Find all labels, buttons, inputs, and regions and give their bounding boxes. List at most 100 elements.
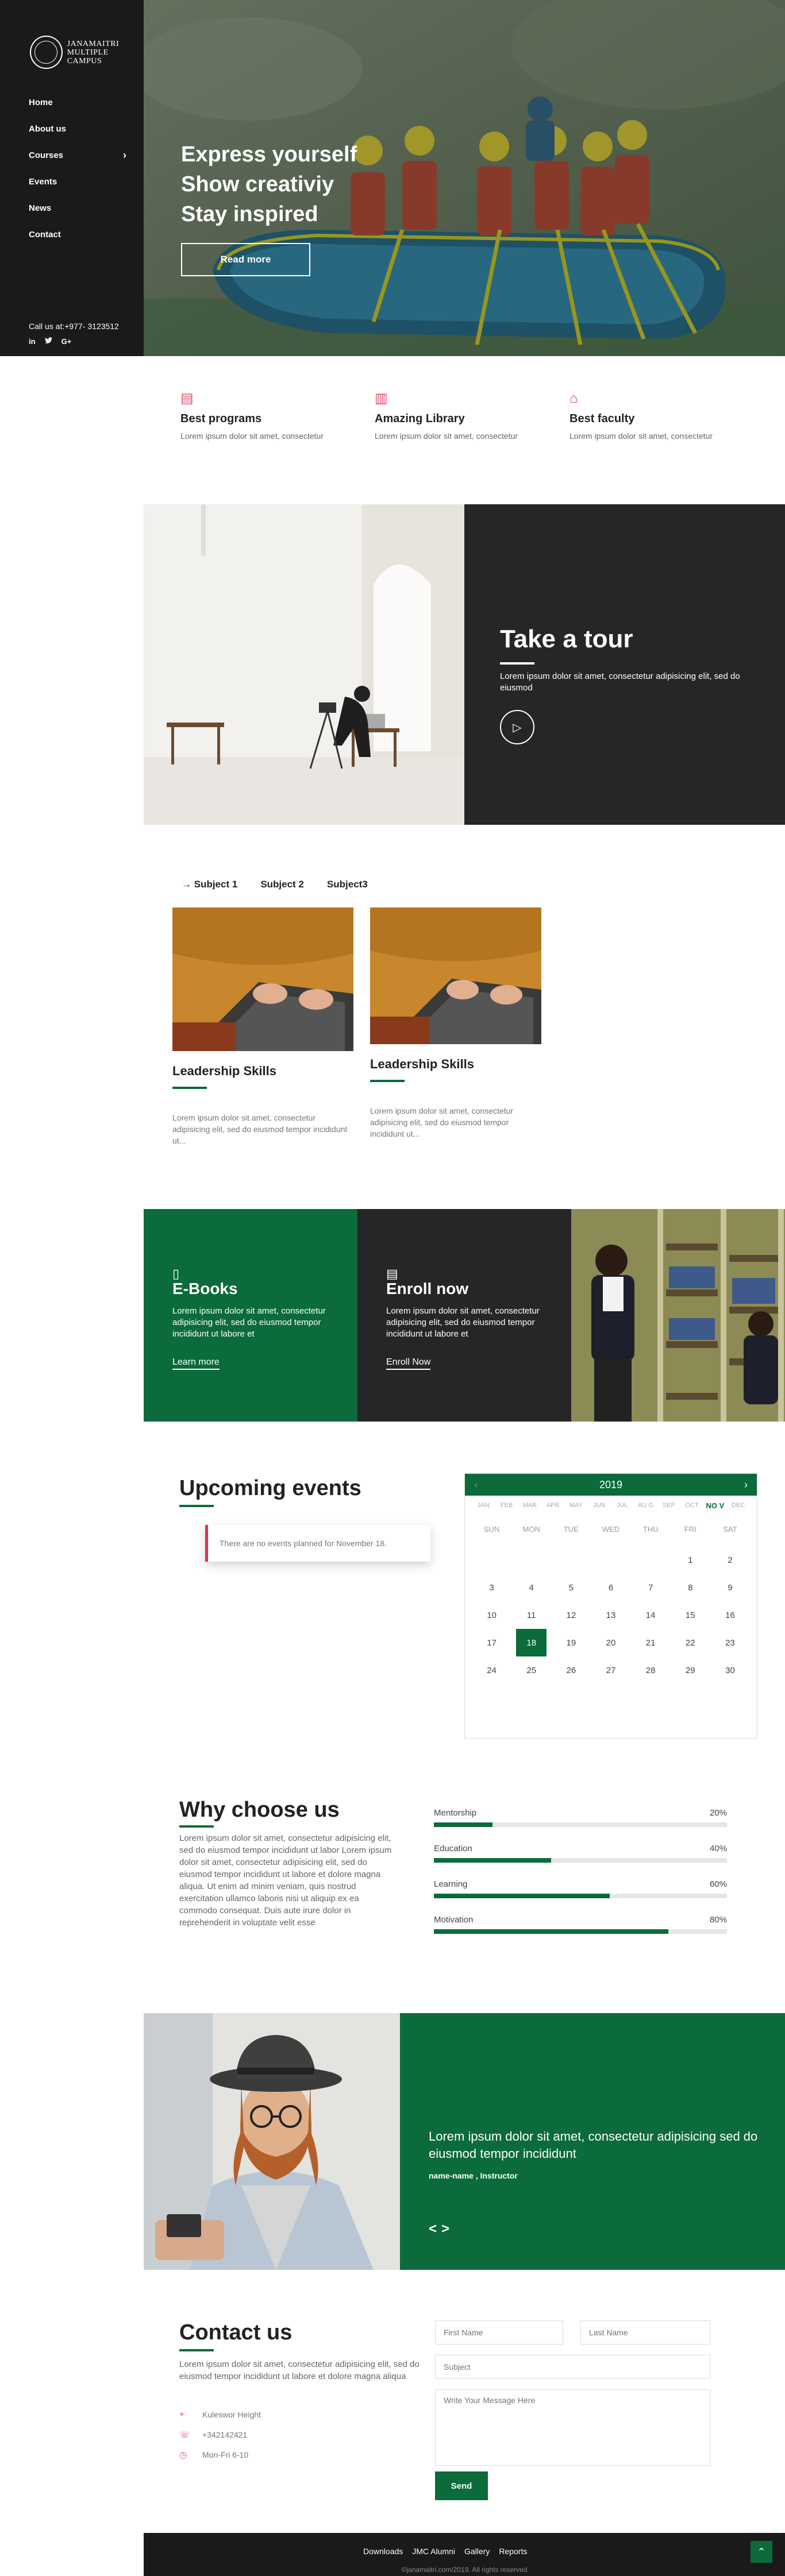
twitter-icon[interactable]: [44, 337, 52, 346]
tab-subject-3[interactable]: Subject3: [327, 879, 368, 890]
library-students-photo: [571, 1209, 785, 1422]
skill-name: Mentorship: [434, 1808, 477, 1818]
calendar-date[interactable]: 9: [710, 1574, 750, 1601]
calendar-month[interactable]: JUL: [611, 1501, 634, 1510]
back-to-top-icon[interactable]: ⌃: [751, 2541, 772, 2563]
calendar-next-icon[interactable]: ›: [744, 1479, 748, 1491]
calendar-date[interactable]: 6: [591, 1574, 630, 1601]
calendar-month[interactable]: OCT: [680, 1501, 703, 1510]
nav-item-news[interactable]: News: [29, 195, 126, 221]
calendar-date[interactable]: 10: [472, 1601, 511, 1629]
calendar-month[interactable]: MAY: [564, 1501, 587, 1510]
calendar-dates: 1 2 3 4 5 6 7 8 9 10 11 12 13 14 15 16 17 18 19 20 21 22 23 24 2…: [465, 1534, 757, 1684]
calendar-date[interactable]: 25: [511, 1656, 551, 1684]
subject-field[interactable]: [435, 2355, 710, 2379]
footer-link-downloads[interactable]: Downloads: [363, 2547, 403, 2556]
calendar-date[interactable]: 24: [472, 1656, 511, 1684]
calendar-date[interactable]: 12: [551, 1601, 591, 1629]
contact-phone: ☏ +342142421: [179, 2430, 248, 2440]
calendar-weekday: WED: [602, 1525, 620, 1534]
calendar-date[interactable]: 11: [511, 1601, 551, 1629]
calendar-month[interactable]: JAN: [472, 1501, 495, 1510]
google-plus-icon[interactable]: G+: [61, 337, 72, 346]
card-title: Leadership Skills: [172, 1064, 276, 1078]
calendar-date[interactable]: 30: [710, 1656, 750, 1684]
calendar-blank: [631, 1546, 671, 1574]
calendar-month[interactable]: SEP: [657, 1501, 680, 1510]
calendar-date[interactable]: 1: [671, 1546, 710, 1574]
tab-subject-2[interactable]: Subject 2: [260, 879, 304, 890]
calendar-month[interactable]: DEC: [727, 1501, 750, 1510]
chevron-right-icon[interactable]: >: [441, 2221, 454, 2237]
last-name-field[interactable]: [580, 2320, 710, 2345]
logo-line1: JANAMAITRI: [67, 39, 120, 48]
calendar-date[interactable]: 4: [511, 1574, 551, 1601]
calendar-date[interactable]: 23: [710, 1629, 750, 1656]
enroll-now-link[interactable]: Enroll Now: [386, 1357, 431, 1370]
calendar-date[interactable]: 29: [671, 1656, 710, 1684]
calendar-date[interactable]: 17: [472, 1629, 511, 1656]
testimonial-panel: Lorem ipsum dolor sit amet, consectetur …: [400, 2013, 785, 2270]
testimonial-author: name-name , Instructor: [429, 2171, 518, 2180]
subject-card[interactable]: Leadership Skills Lorem ipsum dolor sit …: [370, 907, 541, 1140]
calendar-month[interactable]: AU G: [634, 1501, 657, 1510]
footer-link-alumni[interactable]: JMC Alumni: [412, 2547, 455, 2556]
skill-row: Mentorship 20%: [434, 1808, 727, 1844]
calendar-month[interactable]: NO V: [703, 1501, 726, 1510]
calendar-date[interactable]: 26: [551, 1656, 591, 1684]
play-icon[interactable]: ▷: [500, 710, 534, 744]
calendar-date[interactable]: 2: [710, 1546, 750, 1574]
calendar-date[interactable]: 13: [591, 1601, 630, 1629]
footer-links: Downloads JMC Alumni Gallery Reports: [363, 2547, 527, 2556]
nav-item-courses[interactable]: Courses ›: [29, 142, 126, 168]
calendar-date[interactable]: 18: [516, 1629, 547, 1656]
calendar-date[interactable]: 16: [710, 1601, 750, 1629]
read-more-button[interactable]: Read more: [181, 243, 310, 276]
calendar-date[interactable]: 7: [631, 1574, 671, 1601]
tour-text: Lorem ipsum dolor sit amet, consectetur …: [500, 671, 740, 693]
calendar-date[interactable]: 14: [631, 1601, 671, 1629]
ebooks-tile: ▯ E-Books Lorem ipsum dolor sit amet, co…: [144, 1209, 357, 1422]
skill-row: Education 40%: [434, 1844, 727, 1879]
send-button[interactable]: Send: [435, 2471, 488, 2500]
calendar-prev-icon[interactable]: ‹: [474, 1479, 478, 1491]
nav-item-home[interactable]: Home: [29, 89, 126, 115]
logo[interactable]: JANAMAITRI MULTIPLE CAMPUS: [30, 36, 144, 69]
calendar-month[interactable]: APR: [541, 1501, 564, 1510]
calendar-date[interactable]: 20: [591, 1629, 630, 1656]
calendar: ‹ 2019 › JAN FEB MAR APR MAY JUN JUL AU G SEP OCT…: [464, 1473, 757, 1739]
learn-more-link[interactable]: Learn more: [172, 1357, 220, 1370]
calendar-date[interactable]: 27: [591, 1656, 630, 1684]
calendar-month[interactable]: MAR: [518, 1501, 541, 1510]
nav-item-events[interactable]: Events: [29, 168, 126, 195]
calendar-month[interactable]: FEB: [495, 1501, 518, 1510]
calendar-month[interactable]: JUN: [588, 1501, 611, 1510]
calendar-date[interactable]: 19: [551, 1629, 591, 1656]
nav-item-about[interactable]: About us: [29, 115, 126, 142]
message-field[interactable]: [435, 2389, 710, 2466]
faculty-icon: ⌂: [569, 391, 578, 406]
calendar-date[interactable]: 3: [472, 1574, 511, 1601]
calendar-date[interactable]: 28: [631, 1656, 671, 1684]
calendar-date[interactable]: 21: [631, 1629, 671, 1656]
chevron-right-icon: ›: [123, 149, 126, 161]
subject-card[interactable]: Leadership Skills Lorem ipsum dolor sit …: [172, 907, 353, 1146]
calendar-date[interactable]: 22: [671, 1629, 710, 1656]
first-name-field[interactable]: [435, 2320, 563, 2345]
calendar-blank: [551, 1546, 591, 1574]
footer-link-gallery[interactable]: Gallery: [464, 2547, 490, 2556]
calendar-blank: [591, 1546, 630, 1574]
tab-subject-1[interactable]: → Subject 1: [182, 879, 237, 890]
skill-track: [434, 1894, 727, 1898]
calendar-weekday: FRI: [684, 1525, 697, 1534]
nav-item-contact[interactable]: Contact: [29, 221, 126, 248]
footer-link-reports[interactable]: Reports: [499, 2547, 527, 2556]
chevron-left-icon[interactable]: <: [429, 2221, 441, 2237]
calendar-date[interactable]: 8: [671, 1574, 710, 1601]
phone-icon: ☏: [179, 2430, 190, 2440]
calendar-date[interactable]: 15: [671, 1601, 710, 1629]
linkedin-icon[interactable]: in: [29, 337, 36, 346]
location-pin-icon: ⌖: [179, 2409, 184, 2419]
calendar-date[interactable]: 5: [551, 1574, 591, 1601]
skill-percent: 80%: [709, 1915, 727, 1925]
